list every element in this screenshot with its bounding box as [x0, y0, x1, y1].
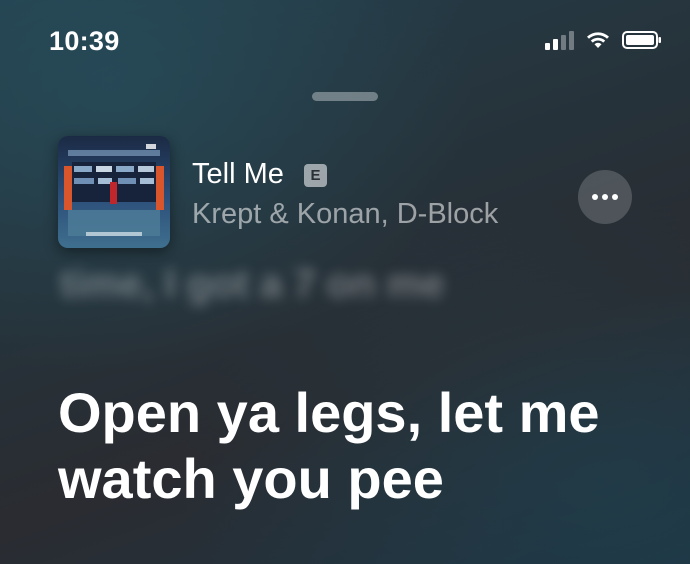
explicit-badge: E [304, 164, 327, 187]
lyric-line-previous[interactable]: time, I got a 7 on me [60, 262, 445, 307]
more-ellipsis-icon [592, 194, 598, 200]
status-icons [545, 30, 662, 50]
lyric-line-current[interactable]: Open ya legs, let me watch you pee [58, 380, 658, 512]
more-options-button[interactable] [578, 170, 632, 224]
track-artist[interactable]: Krept & Konan, D-Block [192, 198, 532, 231]
sheet-grabber-handle[interactable] [312, 92, 378, 101]
now-playing-header: Tell Me E Krept & Konan, D-Block [58, 136, 648, 256]
track-title: Tell Me [192, 158, 284, 190]
status-bar: 10:39 [0, 0, 690, 80]
battery-icon [622, 31, 661, 49]
album-artwork[interactable] [58, 136, 170, 248]
cellular-signal-icon [545, 30, 574, 50]
wifi-icon [587, 32, 609, 48]
status-time: 10:39 [49, 26, 120, 56]
album-artwork-image [58, 136, 170, 248]
